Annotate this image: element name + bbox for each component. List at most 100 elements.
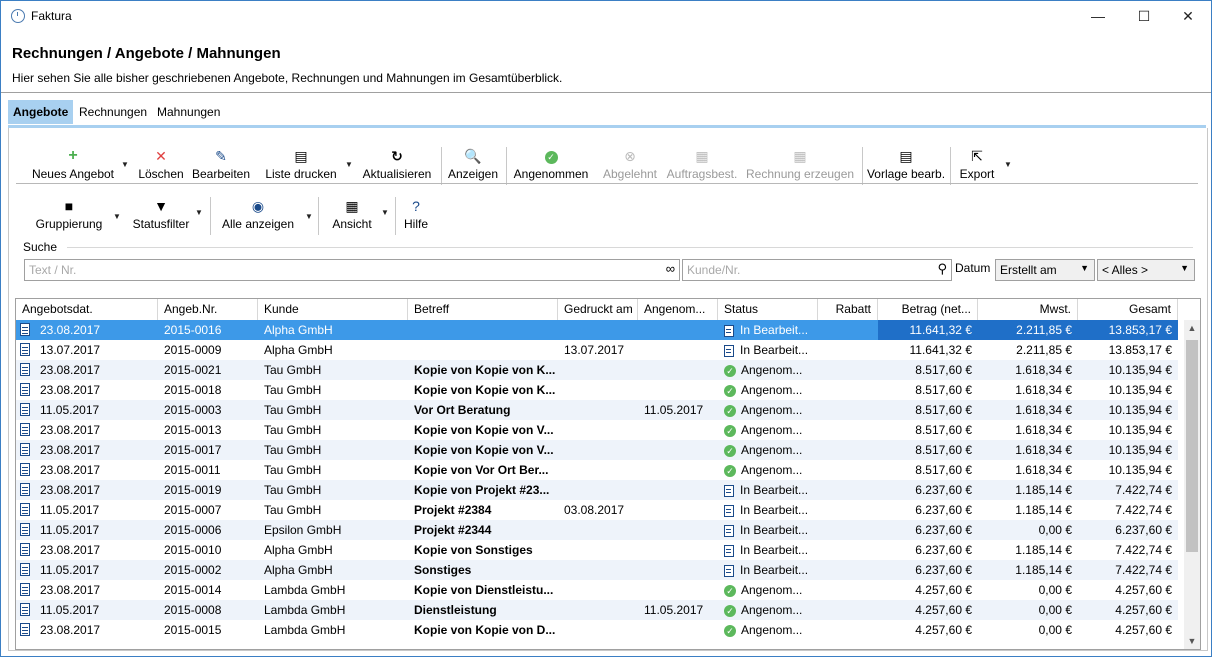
table-row[interactable]: 11.05.2017 2015-0006 Epsilon GmbH Projekt #… (16, 520, 1178, 540)
column-header-rabatt[interactable]: Rabatt (818, 299, 878, 320)
cell-gesamt: 10.135,94 € (1108, 443, 1172, 457)
export-button[interactable]: ⇱ Export (954, 143, 1000, 187)
cell-angeb-nr: 2015-0011 (164, 463, 221, 477)
gruppierung-button[interactable]: ■ Gruppierung (26, 193, 112, 237)
kunde-search-input[interactable]: Kunde/Nr. ⚲ (682, 259, 952, 281)
statusfilter-dropdown-arrow[interactable]: ▼ (194, 191, 204, 235)
column-header-betreff[interactable]: Betreff (408, 299, 558, 320)
auftragsbest-button[interactable]: ▦ Auftragsbest. (666, 143, 738, 187)
range-select[interactable]: < Alles > ▼ (1097, 259, 1195, 281)
cell-mwst: 1.618,34 € (1015, 463, 1072, 477)
refresh-icon: ↻ (391, 148, 403, 164)
table-row[interactable]: 11.05.2017 2015-0007 Tau GmbH Projekt #2384… (16, 500, 1178, 520)
column-header-status[interactable]: Status (718, 299, 818, 320)
search-icon[interactable]: ⚲ (937, 261, 947, 277)
column-header-betrag-netto[interactable]: Betrag (net... (878, 299, 978, 320)
anzeigen-button[interactable]: 🔍 Anzeigen (446, 143, 500, 187)
abgelehnt-button[interactable]: ⊗ Abgelehnt (600, 143, 660, 187)
tab-mahnungen[interactable]: Mahnungen (152, 100, 225, 124)
table-row[interactable]: 23.08.2017 2015-0015 Lambda GmbH Kopie von … (16, 620, 1178, 640)
loeschen-button[interactable]: ✕ Löschen (136, 143, 186, 187)
cell-mwst: 1.618,34 € (1015, 403, 1072, 417)
column-header-angenommen[interactable]: Angenom... (638, 299, 718, 320)
cell-mwst: 1.185,14 € (1015, 543, 1072, 557)
cell-gesamt: 10.135,94 € (1108, 423, 1172, 437)
close-button[interactable]: ✕ (1165, 1, 1211, 31)
table-row[interactable]: 23.08.2017 2015-0017 Tau GmbH Kopie von Kop… (16, 440, 1178, 460)
neues-angebot-button[interactable]: + Neues Angebot (26, 143, 120, 187)
scroll-up-icon[interactable]: ▲ (1184, 320, 1200, 336)
table-row[interactable]: 11.05.2017 2015-0002 Alpha GmbH Sonstiges In… (16, 560, 1178, 580)
table-row[interactable]: 23.08.2017 2015-0011 Tau GmbH Kopie von Vor… (16, 460, 1178, 480)
scroll-down-icon[interactable]: ▼ (1184, 633, 1200, 649)
table-row[interactable]: 23.08.2017 2015-0018 Tau GmbH Kopie von Kop… (16, 380, 1178, 400)
table-row[interactable]: 23.08.2017 2015-0019 Tau GmbH Kopie von Pro… (16, 480, 1178, 500)
aktualisieren-button[interactable]: ↻ Aktualisieren (360, 143, 434, 187)
maximize-button[interactable]: ☐ (1121, 1, 1167, 31)
statusfilter-button[interactable]: ▼ Statusfilter (128, 193, 194, 237)
liste-drucken-dropdown-arrow[interactable]: ▼ (344, 143, 354, 187)
column-header-gesamt[interactable]: Gesamt (1078, 299, 1178, 320)
cell-gedruckt-am: 13.07.2017 (564, 343, 625, 357)
cell-status: In Bearbeit... (718, 320, 818, 340)
hilfe-button[interactable]: ? Hilfe (400, 193, 432, 237)
alle-anzeigen-button[interactable]: ◉ Alle anzeigen (218, 193, 298, 237)
cell-angenommen (638, 320, 718, 340)
cell-angenommen: 11.05.2017 (644, 603, 704, 617)
liste-drucken-button[interactable]: ▤ Liste drucken (261, 143, 341, 187)
datum-select[interactable]: Erstellt am ▼ (995, 259, 1095, 281)
table-row[interactable]: 23.08.2017 2015-0010 Alpha GmbH Kopie von S… (16, 540, 1178, 560)
column-header-mwst[interactable]: Mwst. (978, 299, 1078, 320)
cell-gedruckt-am (558, 320, 638, 340)
column-header-angebotsdat[interactable]: Angebotsdat. (16, 299, 158, 320)
binoculars-icon[interactable]: ∞ (666, 261, 675, 276)
table-row[interactable]: 23.08.2017 2015-0021 Tau GmbH Kopie von Kop… (16, 360, 1178, 380)
column-header-gedruckt-am[interactable]: Gedruckt am (558, 299, 638, 320)
ansicht-dropdown-arrow[interactable]: ▼ (380, 191, 390, 235)
cell-angeb-nr: 2015-0010 (164, 543, 222, 557)
column-header-angeb-nr[interactable]: Angeb.Nr. (158, 299, 258, 320)
cell-angenommen (638, 580, 718, 600)
tab-angebote[interactable]: Angebote (8, 100, 74, 124)
gruppierung-dropdown-arrow[interactable]: ▼ (112, 195, 122, 239)
cell-betreff (408, 320, 558, 340)
neues-angebot-dropdown-arrow[interactable]: ▼ (120, 143, 130, 187)
status-text: In Bearbeit... (740, 343, 809, 357)
cell-betreff: Kopie von Kopie von V... (414, 423, 554, 437)
plus-icon: + (68, 147, 78, 164)
cell-angebotsdat: 23.08.2017 (40, 363, 101, 377)
rechnung-erzeugen-button[interactable]: ▦ Rechnung erzeugen (746, 143, 854, 187)
title-bar[interactable]: Faktura — ☐ ✕ (1, 1, 1211, 31)
column-header-kunde[interactable]: Kunde (258, 299, 408, 320)
tab-rechnungen[interactable]: Rechnungen (74, 100, 152, 124)
ansicht-button[interactable]: ▦ Ansicht (324, 193, 380, 237)
status-text: In Bearbeit... (740, 323, 809, 337)
angebote-table: Angebotsdat. Angeb.Nr. Kunde Betreff Gedruck… (15, 298, 1201, 650)
bearbeiten-button[interactable]: ✎ Bearbeiten (191, 143, 251, 187)
vorlage-bearb-button[interactable]: ▤ Vorlage bearb. (866, 143, 946, 187)
export-dropdown-arrow[interactable]: ▼ (1003, 143, 1013, 187)
table-row[interactable]: 23.08.2017 2015-0014 Lambda GmbH Kopie von … (16, 580, 1178, 600)
toolbar-separator (395, 197, 396, 235)
vertical-scrollbar[interactable]: ▲ ▼ (1184, 320, 1200, 649)
status-text: Angenom... (741, 443, 803, 457)
cell-kunde: Tau GmbH (264, 443, 322, 457)
status-text: Angenom... (741, 423, 803, 437)
alle-anzeigen-dropdown-arrow[interactable]: ▼ (304, 195, 314, 239)
angenommen-button[interactable]: ✓ Angenommen (510, 143, 592, 187)
table-row[interactable]: 23.08.2017 2015-0016 Alpha GmbH In Bearbeit… (16, 320, 1178, 340)
table-row[interactable]: 11.05.2017 2015-0008 Lambda GmbH Dienstleis… (16, 600, 1178, 620)
table-row[interactable]: 11.05.2017 2015-0003 Tau GmbH Vor Ort Berat… (16, 400, 1178, 420)
minimize-button[interactable]: — (1075, 1, 1121, 31)
faktura-window: Faktura — ☐ ✕ Rechnungen / Angebote / Ma… (0, 0, 1212, 657)
check-circle-icon: ✓ (724, 444, 736, 457)
cell-betreff: Kopie von Kopie von K... (414, 363, 556, 377)
table-row[interactable]: 23.08.2017 2015-0013 Tau GmbH Kopie von Kop… (16, 420, 1178, 440)
status-text: Angenom... (741, 383, 803, 397)
text-search-input[interactable]: Text / Nr. ∞ (24, 259, 680, 281)
cell-mwst: 0,00 € (1038, 523, 1072, 537)
table-row[interactable]: 13.07.2017 2015-0009 Alpha GmbH 13.07.2017 I… (16, 340, 1178, 360)
scroll-thumb[interactable] (1186, 340, 1198, 552)
cell-mwst: 1.185,14 € (1015, 503, 1072, 517)
cell-angebotsdat: 23.08.2017 (40, 583, 101, 597)
